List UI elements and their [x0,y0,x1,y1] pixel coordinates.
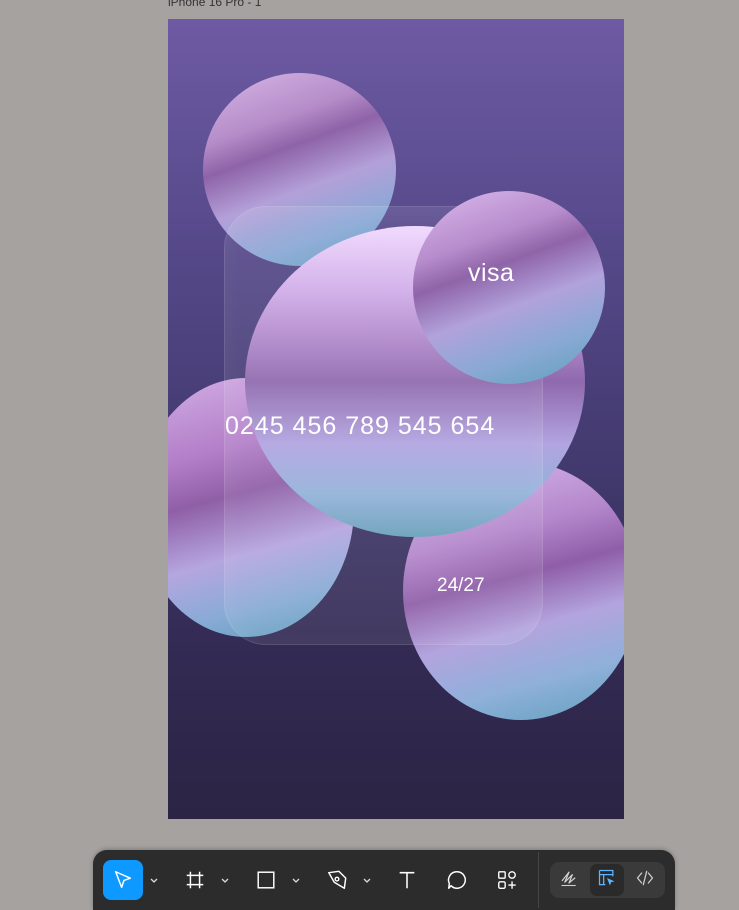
shape-tool-dropdown[interactable] [289,860,303,900]
toolbar-divider [538,852,539,908]
chevron-down-icon [221,871,229,889]
chevron-down-icon [363,871,371,889]
chevron-down-icon [150,871,158,889]
shapes-plus-icon [496,869,518,891]
card-number-text[interactable]: 0245 456 789 545 654 [225,412,495,441]
iphone-frame[interactable]: visa 0245 456 789 545 654 24/27 [168,19,624,819]
code-brackets-icon [635,868,655,893]
bottom-toolbar [93,850,675,910]
move-tool-button[interactable] [103,860,143,900]
design-layout-cursor-icon [597,868,617,893]
chevron-down-icon [292,871,300,889]
card-brand-text[interactable]: visa [468,259,514,288]
text-tool-button[interactable] [387,860,427,900]
draw-mode-button[interactable] [552,864,586,896]
frame-tool-button[interactable] [175,860,215,900]
actions-tool-button[interactable] [487,860,527,900]
cursor-arrow-icon [112,869,134,891]
card-expiry-text[interactable]: 24/27 [437,575,485,597]
pen-nib-icon [326,869,348,891]
frame-label[interactable]: iPhone 16 Pro - 1 [168,0,261,9]
dev-mode-button[interactable] [628,864,662,896]
design-mode-button[interactable] [590,864,624,896]
pen-tool-button[interactable] [317,860,357,900]
comment-tool-button[interactable] [437,860,477,900]
mode-switcher [550,862,665,898]
draw-squiggle-icon [559,868,579,893]
frame-hash-icon [184,869,206,891]
frame-tool-dropdown[interactable] [218,860,232,900]
rectangle-icon [255,869,277,891]
pen-tool-dropdown[interactable] [360,860,374,900]
move-tool-dropdown[interactable] [147,860,161,900]
shape-tool-button[interactable] [246,860,286,900]
text-t-icon [396,869,418,891]
speech-bubble-icon [446,869,468,891]
